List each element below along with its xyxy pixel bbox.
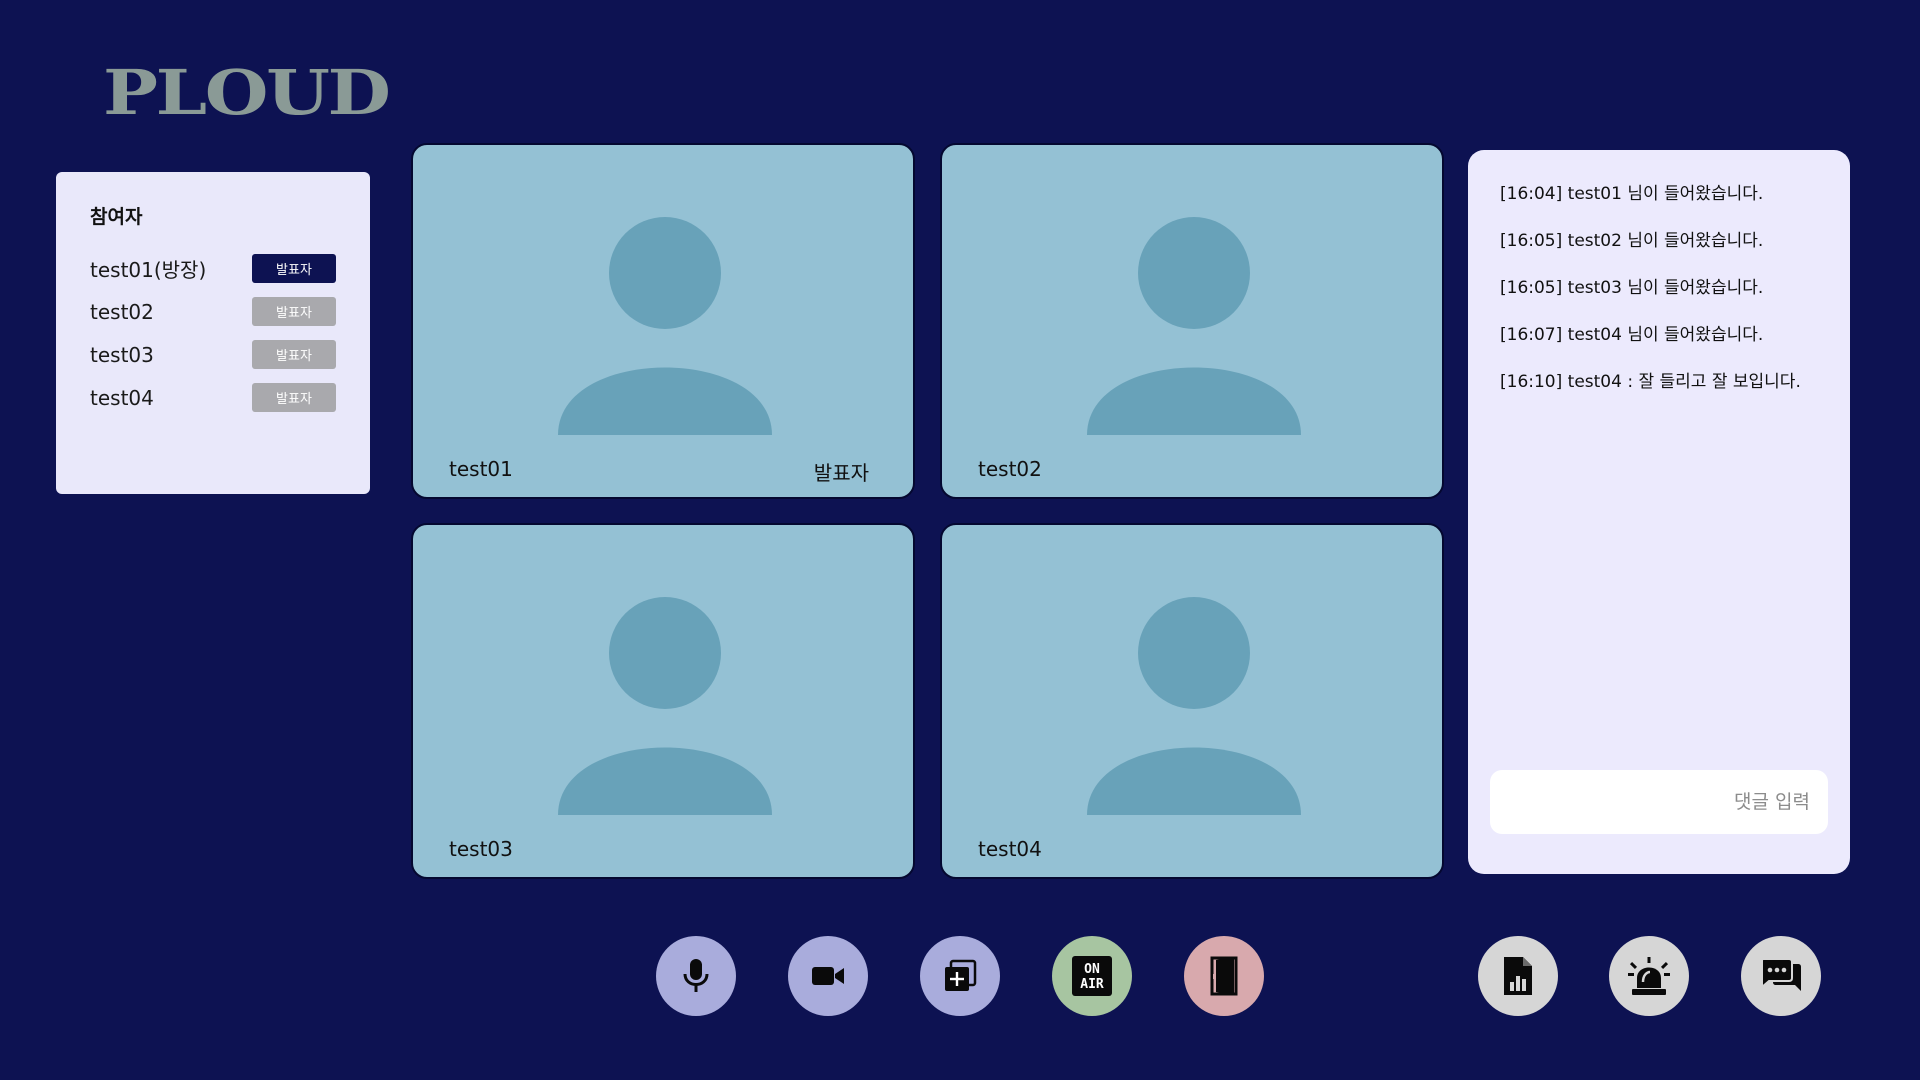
video-tile-role: 발표자	[813, 461, 869, 485]
on-air-top-text: ON	[1084, 962, 1100, 977]
user-avatar-icon	[558, 217, 772, 435]
chat-toggle-button[interactable]	[1741, 936, 1821, 1016]
participant-name: test04	[90, 385, 154, 410]
participant-row: test01(방장) 발표자	[90, 247, 336, 290]
on-air-bottom-text: AIR	[1080, 977, 1104, 992]
participant-name: test01(방장)	[90, 258, 207, 282]
app-logo: PLOUD	[103, 56, 391, 129]
chat-message: [16:05] test02 님이 들어왔습니다.	[1500, 231, 1764, 251]
participant-row: test04 발표자	[90, 376, 336, 419]
participants-panel: 참여자 test01(방장) 발표자 test02 발표자 test03 발표자…	[56, 172, 370, 494]
microphone-button[interactable]	[656, 936, 736, 1016]
video-tile-name: test02	[978, 457, 1042, 481]
chat-comment-input[interactable]	[1490, 770, 1828, 834]
chat-message: [16:07] test04 님이 들어왔습니다.	[1500, 325, 1764, 345]
on-air-icon: ON AIR	[1072, 956, 1112, 996]
chat-message: [16:10] test04 : 잘 들리고 잘 보입니다.	[1500, 372, 1801, 392]
camera-button[interactable]	[788, 936, 868, 1016]
presenter-button[interactable]: 발표자	[252, 297, 336, 326]
add-screen-button[interactable]	[920, 936, 1000, 1016]
presenter-button[interactable]: 발표자	[252, 340, 336, 369]
chat-message-list: [16:04] test01 님이 들어왔습니다. [16:05] test02…	[1500, 180, 1840, 415]
participant-row: test03 발표자	[90, 333, 336, 376]
video-tile-name: test04	[978, 837, 1042, 861]
report-button[interactable]	[1478, 936, 1558, 1016]
exit-door-icon	[1210, 956, 1238, 996]
chat-panel: [16:04] test01 님이 들어왔습니다. [16:05] test02…	[1468, 150, 1850, 874]
participant-name: test02	[90, 299, 154, 324]
video-tile[interactable]: test01 발표자	[411, 143, 915, 499]
user-avatar-icon	[558, 597, 772, 815]
user-avatar-icon	[1087, 217, 1301, 435]
video-tile[interactable]: test04	[940, 523, 1444, 879]
alert-button[interactable]	[1609, 936, 1689, 1016]
participants-title: 참여자	[90, 206, 143, 228]
add-screen-icon	[945, 959, 977, 991]
chat-bubbles-icon	[1761, 958, 1801, 991]
presenter-button[interactable]: 발표자	[252, 383, 336, 412]
video-camera-icon	[812, 967, 844, 985]
on-air-button[interactable]: ON AIR	[1052, 936, 1132, 1016]
report-chart-icon	[1504, 957, 1532, 995]
video-tile[interactable]: test02	[940, 143, 1444, 499]
participant-row: test02 발표자	[90, 290, 336, 333]
video-tile-name: test01	[449, 457, 513, 481]
chat-message: [16:05] test03 님이 들어왔습니다.	[1500, 278, 1764, 298]
exit-button[interactable]	[1184, 936, 1264, 1016]
siren-alert-icon	[1628, 957, 1670, 995]
video-tile[interactable]: test03	[411, 523, 915, 879]
video-tile-name: test03	[449, 837, 513, 861]
chat-message: [16:04] test01 님이 들어왔습니다.	[1500, 184, 1764, 204]
presenter-button[interactable]: 발표자	[252, 254, 336, 283]
participant-name: test03	[90, 342, 154, 367]
microphone-icon	[683, 959, 709, 992]
user-avatar-icon	[1087, 597, 1301, 815]
